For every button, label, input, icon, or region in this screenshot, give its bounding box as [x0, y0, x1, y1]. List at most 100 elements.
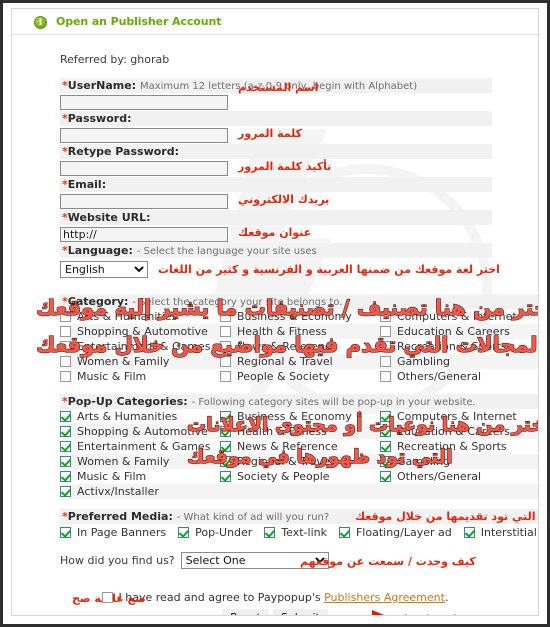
checkbox[interactable]: [220, 471, 231, 482]
media-checkbox-row: In Page Banners Pop-Under Text-link Floatin…: [60, 524, 538, 540]
checkbox[interactable]: [380, 371, 391, 382]
website-url-input[interactable]: [60, 227, 228, 242]
language-select[interactable]: English: [60, 261, 148, 278]
agreement-row: ضع علامة صح I have read and agree to Pay…: [12, 591, 538, 605]
agreement-suffix: .: [444, 591, 449, 604]
field-email: *Email: بريدك الالكتروني: [60, 177, 538, 209]
panel-header: i Open an Publisher Account: [12, 9, 538, 35]
checkbox-label: Floating/Layer ad: [355, 526, 452, 539]
checkbox[interactable]: [338, 527, 350, 538]
label-text: Password:: [67, 112, 132, 125]
checkbox-label: Others/General: [397, 470, 482, 483]
overlay-annotation-category-1: اختر من هنا تصنيف / تصنيفات ما يشير إليه…: [35, 295, 539, 320]
checkbox-item[interactable]: Music & Film: [60, 469, 220, 484]
checkbox[interactable]: [463, 527, 475, 538]
reset-button[interactable]: Reset: [222, 609, 269, 615]
checkbox-item-empty: [380, 484, 538, 499]
checkbox-label: Pop-Under: [195, 526, 253, 539]
publishers-agreement-link[interactable]: Publishers Agreement: [324, 591, 445, 604]
checkbox-label: Society & People: [237, 470, 330, 483]
checkbox-label: Activx/Installer: [77, 485, 159, 498]
annotation-submit: ثم اضغط هنا: [404, 613, 473, 615]
checkbox[interactable]: [380, 471, 391, 482]
checkbox[interactable]: [60, 356, 71, 367]
checkbox[interactable]: [60, 426, 71, 437]
media-checkbox-item[interactable]: Interstitial ad: [463, 525, 538, 540]
agreement-text: I have read and agree to Paypopup's: [118, 591, 321, 604]
screenshot-root: i Open an Publisher Account Referred by:…: [0, 0, 550, 627]
annotation-found-us: كيف وجدت / سمعت عن موقعهم: [300, 555, 476, 568]
checkbox[interactable]: [220, 371, 231, 382]
field-label: *Website URL:: [60, 210, 492, 225]
checkbox[interactable]: [60, 456, 71, 467]
checkbox[interactable]: [264, 527, 276, 538]
annotation-retype-password: تأكيد كلمة المرور: [238, 160, 332, 173]
checkbox[interactable]: [178, 527, 190, 538]
submit-button[interactable]: Submit: [272, 609, 328, 615]
label-text: Preferred Media:: [67, 510, 173, 523]
checkbox-label: Interstitial ad: [480, 526, 538, 539]
checkbox-item[interactable]: People & Society: [220, 369, 380, 384]
annotation-language: اختر لغة موقعك من ضمنها العربية و الفرنس…: [158, 263, 500, 276]
overlay-annotation-category-2: او المجالات التي تقدم فيها مواضيع من خلا…: [35, 332, 539, 357]
overlay-annotation-popup-1: اختر من هنا نوعيات أو محتوى الاعلانات: [186, 413, 539, 436]
checkbox-item[interactable]: Others/General: [380, 369, 538, 384]
checkbox-row: Music & Film People & Society Others/Gener…: [60, 369, 538, 384]
annotation-username: اسم المستخدم: [238, 81, 319, 94]
email-input[interactable]: [60, 194, 228, 209]
popup-section-header: *Pop-Up Categories: - Following category…: [60, 394, 538, 409]
retype-password-input[interactable]: [60, 161, 228, 176]
label-text: Language:: [67, 244, 133, 257]
checkbox-item-empty: [220, 484, 380, 499]
button-row: Reset Submit ثم اضغط هنا: [12, 609, 538, 615]
annotation-media: انواع الاعلانات التي تود تقديمها من خلال…: [355, 510, 538, 523]
info-icon: i: [34, 16, 47, 29]
checkbox-label: People & Society: [237, 370, 330, 383]
password-input[interactable]: [60, 128, 228, 143]
checkbox-label: Music & Film: [77, 470, 147, 483]
field-website-url: *Website URL: عنوان موقعك: [60, 210, 538, 242]
checkbox[interactable]: [60, 371, 71, 382]
annotation-email: بريدك الالكتروني: [238, 193, 330, 206]
checkbox-label: Others/General: [397, 370, 482, 383]
label-text: Website URL:: [67, 211, 151, 224]
label-text: Retype Password:: [67, 145, 179, 158]
checkbox-item[interactable]: Others/General: [380, 469, 538, 484]
field-label: *Email:: [60, 177, 492, 192]
checkbox-label: Arts & Humanities: [77, 410, 178, 423]
checkbox[interactable]: [60, 441, 71, 452]
checkbox-label: Women & Family: [77, 455, 170, 468]
field-label: *Password:: [60, 111, 492, 126]
checkbox-label: Text-link: [281, 526, 327, 539]
annotation-password: كلمة المرور: [238, 127, 303, 140]
annotation-website-url: عنوان موقعك: [238, 226, 312, 239]
agreement-checkbox[interactable]: [101, 592, 113, 603]
media-section-header: *Preferred Media: - What kind of ad will…: [60, 509, 538, 524]
checkbox[interactable]: [60, 527, 71, 538]
form-body: Referred by: ghorab *UserName: Maximum 1…: [12, 35, 538, 615]
field-password: *Password: كلمة المرور: [60, 111, 538, 143]
label-text: Pop-Up Categories:: [67, 395, 188, 408]
username-input[interactable]: [60, 95, 228, 110]
label-hint: - What kind of ad will you run?: [176, 512, 330, 523]
label-text: Email:: [67, 178, 107, 191]
checkbox-label: Music & Film: [77, 370, 147, 383]
form-panel: i Open an Publisher Account Referred by:…: [11, 8, 539, 616]
media-checkbox-item[interactable]: Pop-Under: [178, 525, 252, 540]
checkbox-row: Activx/Installer: [60, 484, 538, 499]
checkbox[interactable]: [220, 356, 231, 367]
checkbox[interactable]: [60, 471, 71, 482]
checkbox-item[interactable]: Activx/Installer: [60, 484, 220, 499]
label-text: UserName:: [67, 79, 137, 92]
checkbox-item[interactable]: Society & People: [220, 469, 380, 484]
checkbox[interactable]: [380, 356, 391, 367]
checkbox[interactable]: [60, 486, 71, 497]
media-checkbox-item[interactable]: Floating/Layer ad: [338, 525, 452, 540]
checkbox[interactable]: [60, 411, 71, 422]
found-us-label: How did you find us?: [60, 554, 175, 567]
media-checkbox-item[interactable]: In Page Banners: [60, 525, 166, 540]
label-hint: - Following category sites will be pop-u…: [191, 397, 476, 408]
checkbox-item[interactable]: Music & Film: [60, 369, 220, 384]
found-us-row: How did you find us? Select One كيف وجدت…: [60, 552, 538, 569]
media-checkbox-item[interactable]: Text-link: [264, 525, 327, 540]
